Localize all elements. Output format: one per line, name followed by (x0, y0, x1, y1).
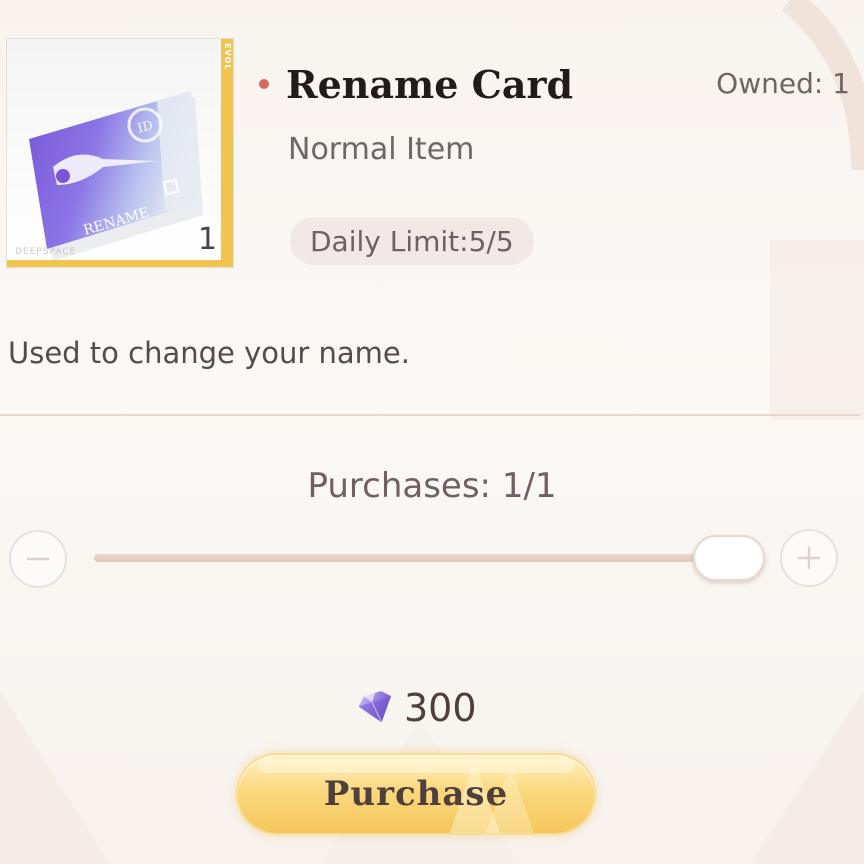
diamond-icon (358, 690, 392, 723)
purchase-button[interactable]: Purchase (236, 753, 596, 835)
owned-count: Owned: 1 (716, 67, 850, 100)
daily-limit-badge: Daily Limit:5/5 (290, 217, 534, 265)
price-display: 300 (354, 686, 477, 730)
icon-bottom-bar (7, 260, 233, 267)
daily-limit-text: Daily Limit:5/5 (310, 224, 514, 258)
item-count: 1 (197, 222, 217, 257)
icon-side-bar (221, 39, 233, 261)
increase-quantity-button[interactable] (780, 529, 838, 587)
purchases-count: Purchases: 1/1 (307, 466, 557, 506)
icon-brand-label: DEEPSPACE (15, 247, 77, 257)
minus-icon (26, 557, 50, 561)
plus-icon (797, 546, 821, 570)
item-title: Rename Card (286, 62, 574, 107)
title-bullet (259, 79, 269, 89)
quantity-slider-track[interactable] (94, 554, 754, 562)
quantity-slider-fill (94, 554, 754, 562)
quantity-slider-handle[interactable] (693, 535, 765, 581)
icon-side-label: EVOL (223, 43, 232, 71)
item-description: Used to change your name. (8, 336, 410, 370)
item-icon-frame: ID RENAME EVOL DEEPSPACE 1 (6, 38, 234, 268)
item-type-label: Normal Item (288, 132, 475, 167)
purchase-button-label: Purchase (323, 774, 509, 814)
section-divider (0, 414, 860, 416)
decrease-quantity-button[interactable] (9, 530, 67, 588)
rename-card-image: ID RENAME (7, 39, 223, 262)
price-value: 300 (404, 686, 477, 730)
